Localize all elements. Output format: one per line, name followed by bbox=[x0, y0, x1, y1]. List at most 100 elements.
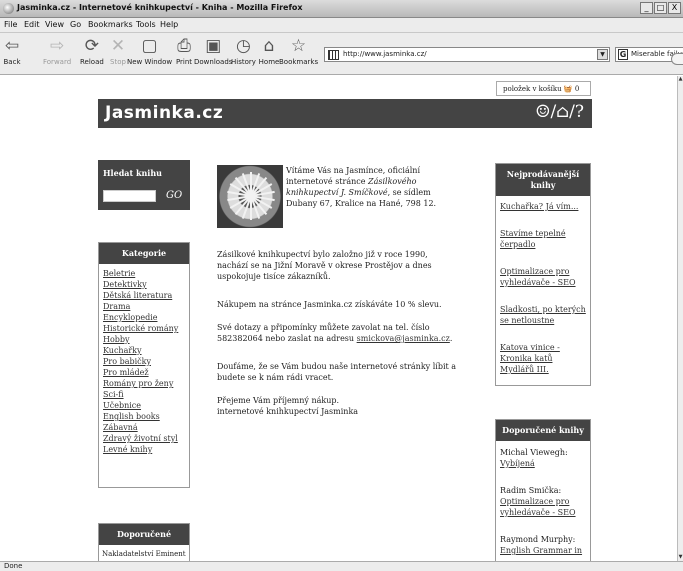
bestseller-link[interactable]: Optimalizace pro vyhledávače - SEO bbox=[500, 266, 586, 288]
site-favicon-icon bbox=[328, 50, 339, 60]
new-window-icon: ▢ bbox=[141, 36, 158, 56]
recommended-books-list: Michal Viewegh: Vybíjená Radim Smička: O… bbox=[496, 441, 590, 561]
book-search-go-button[interactable]: GO bbox=[166, 190, 182, 201]
menu-file[interactable]: File bbox=[4, 20, 17, 29]
status-text: Done bbox=[4, 562, 23, 570]
home-button[interactable]: ⌂ Home bbox=[258, 35, 280, 66]
window-titlebar: Jasminka.cz - Internetové knihkupectví -… bbox=[0, 0, 683, 18]
reload-icon: ⟳ bbox=[84, 36, 100, 56]
category-link[interactable]: Pro babičky bbox=[103, 356, 185, 367]
category-link[interactable]: Hobby bbox=[103, 334, 185, 345]
back-button[interactable]: ⇦ Back bbox=[1, 35, 23, 66]
menu-bar: File Edit View Go Bookmarks Tools Help bbox=[0, 18, 683, 33]
bookmarks-button[interactable]: ☆ Bookmarks bbox=[279, 35, 318, 66]
book-title-link[interactable]: English Grammar in bbox=[500, 545, 586, 556]
category-link[interactable]: Historické romány bbox=[103, 323, 185, 334]
recommended-first-item[interactable]: Nakladatelství Eminent bbox=[99, 545, 189, 561]
book-author: Michal Viewegh: bbox=[500, 448, 568, 457]
categories-title: Kategorie bbox=[99, 243, 189, 264]
category-link[interactable]: English books bbox=[103, 411, 185, 422]
category-link[interactable]: Detektivky bbox=[103, 279, 185, 290]
book-title-link[interactable]: Optimalizace pro vyhledávače - SEO bbox=[500, 496, 586, 518]
window-controls: _ □ X bbox=[640, 2, 681, 14]
banner-icons[interactable]: ☺/⌂/? bbox=[535, 102, 584, 122]
history-button[interactable]: ◷ History bbox=[231, 35, 256, 66]
cart-label: položek v košíku bbox=[503, 85, 562, 93]
menu-view[interactable]: View bbox=[45, 20, 64, 29]
address-bar[interactable]: http://www.jasminka.cz/ ▼ bbox=[324, 47, 610, 62]
recommended-box: Doporučené Nakladatelství Eminent bbox=[98, 523, 190, 561]
bestseller-link[interactable]: Kuchařka? Já vím... bbox=[500, 201, 586, 212]
vertical-scrollbar[interactable]: ▲ ▼ bbox=[677, 76, 683, 561]
book-title-link[interactable]: Vybíjená bbox=[500, 458, 586, 469]
print-label: Print bbox=[175, 58, 193, 66]
book-search-input[interactable] bbox=[103, 190, 156, 202]
address-dropdown-icon[interactable]: ▼ bbox=[597, 49, 608, 60]
maximize-button[interactable]: □ bbox=[654, 2, 667, 14]
bestseller-link[interactable]: Katova vinice - Kronika katů Mydlářů III… bbox=[500, 342, 586, 375]
category-link[interactable]: Zdravý životní styl bbox=[103, 433, 185, 444]
recommended-books-title: Doporučené knihy bbox=[496, 420, 590, 441]
bestsellers-box: Nejprodávanější knihy Kuchařka? Já vím..… bbox=[495, 163, 591, 386]
category-link[interactable]: Levné knihy bbox=[103, 444, 185, 455]
menu-tools[interactable]: Tools bbox=[136, 20, 156, 29]
menu-edit[interactable]: Edit bbox=[24, 20, 40, 29]
history-paragraph: Zásilkové knihkupectví bylo založno již … bbox=[217, 250, 432, 281]
scroll-down-icon[interactable]: ▼ bbox=[678, 554, 683, 561]
menu-help[interactable]: Help bbox=[160, 20, 178, 29]
email-link[interactable]: smickova@jasminka.cz bbox=[357, 334, 450, 343]
status-bar: Done bbox=[0, 561, 683, 571]
welcome-text: Vítáme Vás na Jasmínce, oficiální intern… bbox=[286, 165, 462, 209]
reload-label: Reload bbox=[80, 58, 104, 66]
firefox-icon bbox=[3, 3, 14, 14]
category-link[interactable]: Sci-fi bbox=[103, 389, 185, 400]
history-icon: ◷ bbox=[236, 36, 251, 56]
close-button[interactable]: X bbox=[668, 2, 681, 14]
stop-icon: ✕ bbox=[110, 36, 126, 56]
print-button[interactable]: ⎙ Print bbox=[173, 35, 195, 66]
category-link[interactable]: Učebnice bbox=[103, 400, 185, 411]
category-link[interactable]: Zábavná bbox=[103, 422, 185, 433]
forward-button[interactable]: ⇨ Forward bbox=[43, 35, 71, 66]
bestseller-link[interactable]: Stavíme tepelné čerpadlo bbox=[500, 228, 586, 250]
window-title: Jasminka.cz - Internetové knihkupectví -… bbox=[17, 3, 303, 12]
category-link[interactable]: Dětská literatura bbox=[103, 290, 185, 301]
stop-label: Stop bbox=[110, 58, 126, 66]
basket-icon: 🧺 bbox=[563, 85, 573, 93]
cart-box[interactable]: položek v košíku 🧺 0 bbox=[496, 81, 591, 96]
navigation-toolbar: ⇦ Back ⇨ Forward ⟳ Reload ✕ Stop ▢ New W… bbox=[0, 33, 683, 75]
book-search-title: Hledat knihu bbox=[103, 168, 162, 178]
search-engine-icon[interactable]: G bbox=[618, 49, 628, 60]
contact-paragraph: Své dotazy a připomínky můžete zavolat n… bbox=[217, 322, 460, 344]
forward-label: Forward bbox=[43, 58, 72, 66]
home-label: Home bbox=[258, 58, 280, 66]
category-link[interactable]: Beletrie bbox=[103, 268, 185, 279]
category-link[interactable]: Kuchařky bbox=[103, 345, 185, 356]
recommended-books-box: Doporučené knihy Michal Viewegh: Vybíjen… bbox=[495, 419, 591, 561]
print-icon: ⎙ bbox=[177, 36, 191, 56]
stop-button[interactable]: ✕ Stop bbox=[107, 35, 129, 66]
category-link[interactable]: Drama bbox=[103, 301, 185, 312]
bestseller-link[interactable]: Sladkosti, po kterých se netloustne bbox=[500, 304, 586, 326]
minimize-button[interactable]: _ bbox=[640, 2, 653, 14]
category-link[interactable]: Encyklopedie bbox=[103, 312, 185, 323]
new-window-label: New Window bbox=[127, 58, 173, 66]
new-window-button[interactable]: ▢ New Window bbox=[127, 35, 172, 66]
menu-go[interactable]: Go bbox=[70, 20, 81, 29]
menu-bookmarks[interactable]: Bookmarks bbox=[88, 20, 133, 29]
bookmarks-star-icon: ☆ bbox=[290, 36, 307, 56]
categories-box: Kategorie Beletrie Detektivky Dětská lit… bbox=[98, 242, 190, 488]
wish-paragraph: Přejeme Vám příjemný nákup. internetové k… bbox=[217, 395, 460, 417]
site-logo[interactable]: Jasminka.cz bbox=[105, 103, 223, 123]
downloads-icon: ▣ bbox=[205, 36, 222, 56]
scroll-up-icon[interactable]: ▲ bbox=[678, 76, 683, 83]
category-link[interactable]: Pro mládež bbox=[103, 367, 185, 378]
wish-text: Přejeme Vám příjemný nákup. bbox=[217, 396, 340, 405]
reload-button[interactable]: ⟳ Reload bbox=[80, 35, 104, 66]
history-label: History bbox=[231, 58, 256, 66]
downloads-button[interactable]: ▣ Downloads bbox=[194, 35, 232, 66]
bookmarks-label: Bookmarks bbox=[279, 58, 319, 66]
bestsellers-list: Kuchařka? Já vím... Stavíme tepelné čerp… bbox=[496, 196, 590, 382]
category-link[interactable]: Romány pro ženy bbox=[103, 378, 185, 389]
go-button-icon[interactable] bbox=[671, 53, 683, 65]
